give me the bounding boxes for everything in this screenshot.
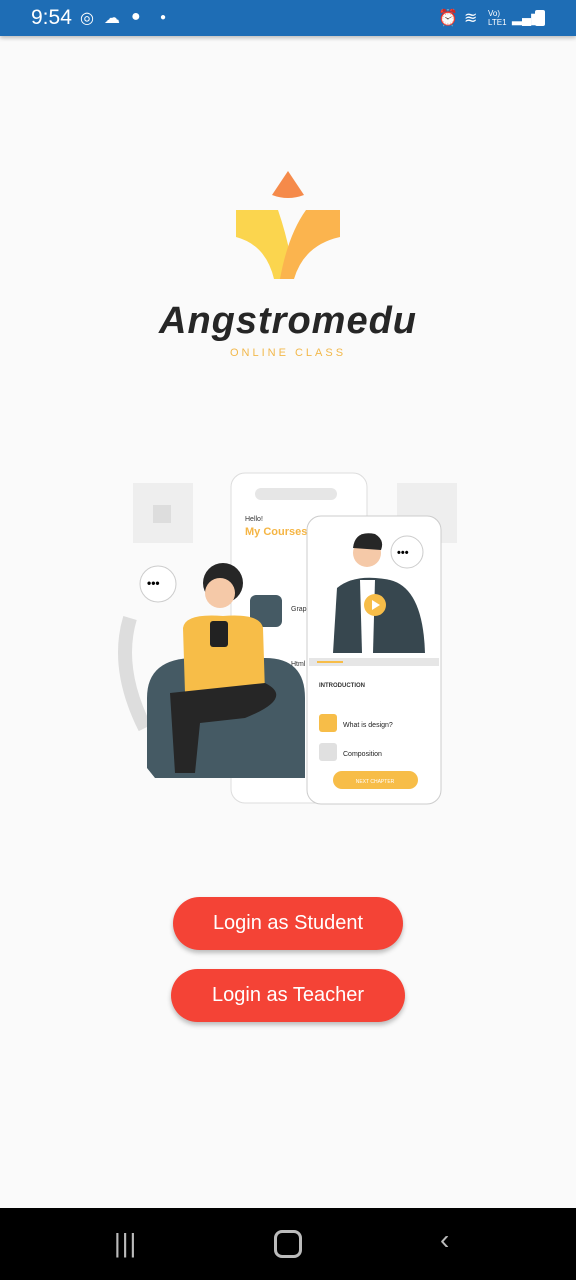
login-student-button[interactable]: Login as Student bbox=[173, 897, 403, 950]
recent-apps-icon[interactable]: ||| bbox=[114, 1228, 137, 1259]
status-bar: 9:54 ◎ ☁ ● ● ⏰ ≋ Vo) LTE1 ▂▄▆ bbox=[0, 0, 576, 36]
home-icon[interactable] bbox=[274, 1230, 302, 1258]
battery-icon bbox=[535, 10, 545, 26]
login-teacher-button[interactable]: Login as Teacher bbox=[171, 969, 405, 1022]
chapter-item: What is design? bbox=[343, 722, 393, 729]
instagram-icon: ◎ bbox=[80, 10, 94, 27]
clock: 9:54 bbox=[31, 6, 72, 29]
chapter-item: Composition bbox=[343, 751, 382, 758]
svg-text:•••: ••• bbox=[397, 547, 409, 559]
network-label: Vo) LTE1 bbox=[488, 9, 507, 27]
onboarding-illustration: Hello! My Courses Graphic Html ••• ••• I… bbox=[118, 472, 457, 805]
wifi-icon: ≋ bbox=[464, 10, 478, 27]
section-label: INTRODUCTION bbox=[319, 683, 365, 689]
next-chapter-label: NEXT CHAPTER bbox=[356, 779, 395, 785]
dot-icon: ● bbox=[160, 12, 167, 23]
navigation-bar: ||| ‹ bbox=[0, 1208, 576, 1280]
courses-heading: My Courses bbox=[245, 526, 307, 538]
alarm-icon: ⏰ bbox=[438, 10, 458, 27]
brand-tagline: ONLINE CLASS bbox=[229, 347, 347, 359]
logo-mark bbox=[0, 165, 576, 290]
greeting-text: Hello! bbox=[245, 516, 263, 523]
cloud-icon: ☁ bbox=[104, 10, 120, 27]
svg-text:•••: ••• bbox=[147, 576, 160, 590]
brand-name: Angstromedu bbox=[159, 300, 417, 342]
back-icon[interactable]: ‹ bbox=[440, 1224, 449, 1256]
app-icon: ● bbox=[131, 8, 141, 25]
